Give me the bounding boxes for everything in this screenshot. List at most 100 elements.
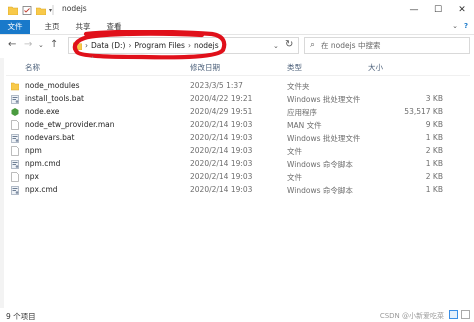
file-date: 2023/3/5 1:37 <box>190 81 243 90</box>
file-date: 2020/4/29 19:51 <box>190 107 253 116</box>
folder-icon[interactable] <box>8 6 18 15</box>
file-date: 2020/2/14 19:03 <box>190 120 253 129</box>
file-type: 文件夹 <box>287 82 310 91</box>
file-row-nodevars[interactable]: nodevars.bat 2020/2/14 19:03 Windows 批处理… <box>6 132 470 144</box>
maximize-button[interactable]: ☐ <box>426 0 450 20</box>
file-type: 文件 <box>287 147 302 156</box>
breadcrumb-drive[interactable]: Data (D:) <box>91 41 125 50</box>
file-date: 2020/2/14 19:03 <box>190 172 253 181</box>
file-size: 9 KB <box>425 120 443 129</box>
details-view-icon[interactable] <box>449 310 458 319</box>
properties-icon[interactable] <box>22 5 32 15</box>
address-dropdown-button[interactable]: ⌄ <box>273 42 279 50</box>
file-row-npx-cmd[interactable]: npx.cmd 2020/2/14 19:03 Windows 命令脚本 1 K… <box>6 184 470 196</box>
status-bar: 9 个项目 CSDN @小新爱吃菜 <box>0 309 474 322</box>
column-header-name[interactable]: 名称 <box>25 62 40 73</box>
file-date: 2020/2/14 19:03 <box>190 146 253 155</box>
large-icons-view-icon[interactable] <box>461 310 470 319</box>
breadcrumb-separator: › <box>85 41 88 50</box>
folder-icon <box>73 42 82 50</box>
item-count: 9 个项目 <box>6 312 36 321</box>
folder-icon <box>11 82 19 91</box>
bat-file-icon <box>11 95 19 104</box>
file-size: 1 KB <box>425 185 443 194</box>
file-icon <box>11 120 19 130</box>
file-date: 2020/2/14 19:03 <box>190 159 253 168</box>
up-button[interactable]: ↑ <box>50 39 58 50</box>
minimize-button[interactable]: — <box>402 0 426 20</box>
file-type: Windows 命令脚本 <box>287 160 353 169</box>
address-bar-row: ← → ⌄ ↑ › Data (D:) › Program Files › no… <box>0 35 474 57</box>
ribbon-collapse-icon[interactable]: ⌄ <box>452 22 458 30</box>
title-bar: ▾ nodejs — ☐ ✕ <box>0 0 474 20</box>
column-header-date[interactable]: 修改日期 <box>190 62 220 73</box>
header-divider <box>6 75 470 76</box>
ribbon: 文件 主页 共享 查看 ⌄ ? <box>0 20 474 35</box>
back-button[interactable]: ← <box>8 39 16 50</box>
file-type: 应用程序 <box>287 108 317 117</box>
file-type: 文件 <box>287 173 302 182</box>
window-controls: — ☐ ✕ <box>402 0 474 20</box>
ribbon-right-controls: ⌄ ? <box>452 22 468 30</box>
node-exe-icon <box>11 108 19 116</box>
sort-arrow-icon: ⌃ <box>90 56 96 63</box>
file-size: 1 KB <box>425 133 443 142</box>
tab-file[interactable]: 文件 <box>0 20 30 34</box>
breadcrumb-program-files[interactable]: Program Files <box>134 41 185 50</box>
file-size: 2 KB <box>425 146 443 155</box>
file-name: npm <box>25 146 42 155</box>
file-size: 3 KB <box>425 94 443 103</box>
file-row-node-modules[interactable]: node_modules 2023/3/5 1:37 文件夹 <box>6 80 470 92</box>
file-icon <box>11 172 19 182</box>
search-icon: ⌕ <box>310 40 316 50</box>
file-type: Windows 批处理文件 <box>287 134 361 143</box>
file-type: Windows 批处理文件 <box>287 95 361 104</box>
watermark: CSDN @小新爱吃菜 <box>379 312 444 320</box>
file-name: npx.cmd <box>25 185 58 194</box>
file-name: install_tools.bat <box>25 94 84 103</box>
file-row-node-exe[interactable]: node.exe 2020/4/29 19:51 应用程序 53,517 KB <box>6 106 470 118</box>
tab-home[interactable]: 主页 <box>42 20 62 34</box>
file-size: 53,517 KB <box>404 107 443 116</box>
close-button[interactable]: ✕ <box>450 0 474 20</box>
file-name: nodevars.bat <box>25 133 75 142</box>
tab-view[interactable]: 查看 <box>104 20 124 34</box>
search-box[interactable]: ⌕ <box>304 37 470 54</box>
breadcrumb-separator: › <box>187 41 191 50</box>
refresh-button[interactable]: ↻ <box>285 39 293 50</box>
cmd-file-icon <box>11 186 19 195</box>
file-size: 2 KB <box>425 172 443 181</box>
bat-file-icon <box>11 134 19 143</box>
file-date: 2020/2/14 19:03 <box>190 185 253 194</box>
view-toggle <box>449 310 470 319</box>
address-bar[interactable]: › Data (D:) › Program Files › nodejs <box>68 37 299 54</box>
title-divider <box>52 5 54 15</box>
file-size: 1 KB <box>425 159 443 168</box>
file-name: node.exe <box>25 107 60 116</box>
file-row-npm[interactable]: npm 2020/2/14 19:03 文件 2 KB <box>6 145 470 157</box>
column-header-type[interactable]: 类型 <box>287 62 302 73</box>
file-name: node_etw_provider.man <box>25 120 115 129</box>
file-row-node-etw-provider[interactable]: node_etw_provider.man 2020/2/14 19:03 MA… <box>6 119 470 131</box>
file-row-npx[interactable]: npx 2020/2/14 19:03 文件 2 KB <box>6 171 470 183</box>
file-type: Windows 命令脚本 <box>287 186 353 195</box>
breadcrumb-nodejs[interactable]: nodejs <box>194 41 219 50</box>
search-input[interactable] <box>321 39 466 52</box>
file-row-install-tools[interactable]: install_tools.bat 2020/4/22 19:21 Window… <box>6 93 470 105</box>
column-header-size[interactable]: 大小 <box>368 62 383 73</box>
new-folder-icon[interactable] <box>36 6 46 15</box>
file-name: npm.cmd <box>25 159 61 168</box>
file-name: node_modules <box>25 81 80 90</box>
breadcrumb-separator: › <box>128 41 132 50</box>
recent-locations-button[interactable]: ⌄ <box>38 41 44 49</box>
file-date: 2020/4/22 19:21 <box>190 94 253 103</box>
file-row-npm-cmd[interactable]: npm.cmd 2020/2/14 19:03 Windows 命令脚本 1 K… <box>6 158 470 170</box>
file-type: MAN 文件 <box>287 121 322 130</box>
file-date: 2020/2/14 19:03 <box>190 133 253 142</box>
navigation-pane-edge <box>0 58 4 308</box>
tab-share[interactable]: 共享 <box>73 20 93 34</box>
help-icon[interactable]: ? <box>464 22 468 30</box>
forward-button[interactable]: → <box>24 39 32 50</box>
file-name: npx <box>25 172 39 181</box>
quick-access-toolbar: ▾ <box>2 3 52 17</box>
